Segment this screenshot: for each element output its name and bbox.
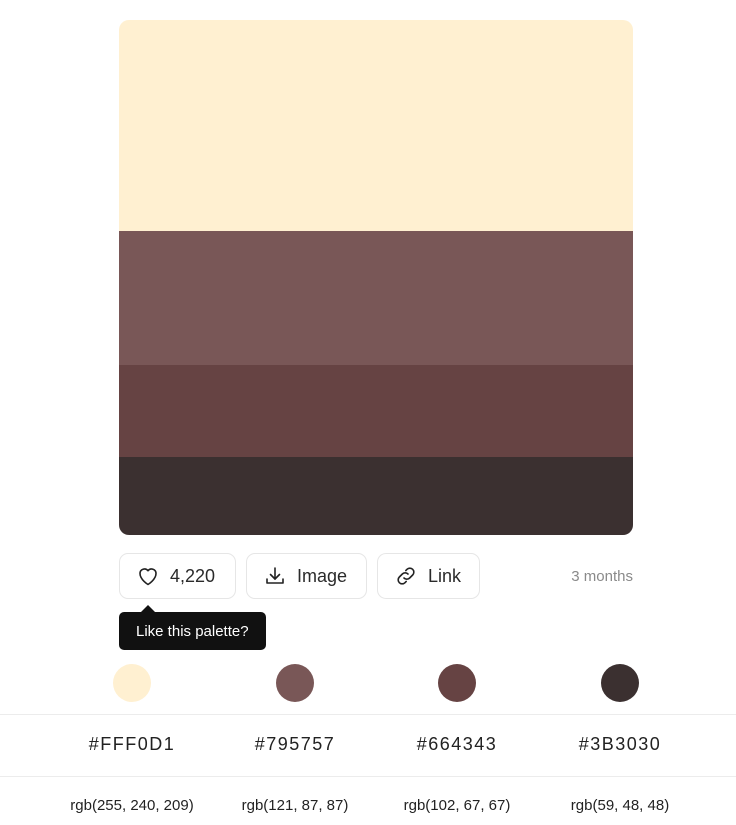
color-dot-1[interactable] <box>113 664 151 702</box>
hex-value-3[interactable]: #664343 <box>372 734 542 755</box>
like-count: 4,220 <box>170 565 216 586</box>
heart-icon <box>136 564 170 588</box>
divider <box>0 714 736 715</box>
download-icon <box>263 564 297 588</box>
color-dot-3[interactable] <box>438 664 476 702</box>
link-icon <box>394 564 428 588</box>
palette-actions: 4,220 Image Link 3 months <box>119 552 633 600</box>
rgb-value-2[interactable]: rgb(121, 87, 87) <box>210 797 380 814</box>
copy-link-button[interactable]: Link <box>377 553 480 599</box>
color-dots <box>0 664 736 702</box>
swatch-2[interactable] <box>119 231 633 365</box>
rgb-value-1[interactable]: rgb(255, 240, 209) <box>47 797 217 814</box>
time-ago: 3 months <box>571 567 633 585</box>
image-label: Image <box>297 565 348 586</box>
swatch-1[interactable] <box>119 20 633 231</box>
rgb-values-row: rgb(255, 240, 209) rgb(121, 87, 87) rgb(… <box>0 797 736 821</box>
divider <box>0 776 736 777</box>
rgb-value-3[interactable]: rgb(102, 67, 67) <box>372 797 542 814</box>
hex-value-4[interactable]: #3B3030 <box>535 734 705 755</box>
link-label: Link <box>428 565 462 586</box>
palette-preview <box>119 20 633 535</box>
palette-page: 4,220 Image Link 3 months Like this pale… <box>0 0 736 825</box>
rgb-value-4[interactable]: rgb(59, 48, 48) <box>535 797 705 814</box>
swatch-3[interactable] <box>119 365 633 457</box>
swatch-4[interactable] <box>119 457 633 535</box>
color-dot-2[interactable] <box>276 664 314 702</box>
hex-value-2[interactable]: #795757 <box>210 734 380 755</box>
color-dot-4[interactable] <box>601 664 639 702</box>
tooltip-text: Like this palette? <box>136 622 249 640</box>
hex-value-1[interactable]: #FFF0D1 <box>47 734 217 755</box>
like-button[interactable]: 4,220 <box>119 553 236 599</box>
download-image-button[interactable]: Image <box>246 553 367 599</box>
like-tooltip: Like this palette? <box>119 605 266 650</box>
hex-values-row: #FFF0D1 #795757 #664343 #3B3030 <box>0 734 736 758</box>
